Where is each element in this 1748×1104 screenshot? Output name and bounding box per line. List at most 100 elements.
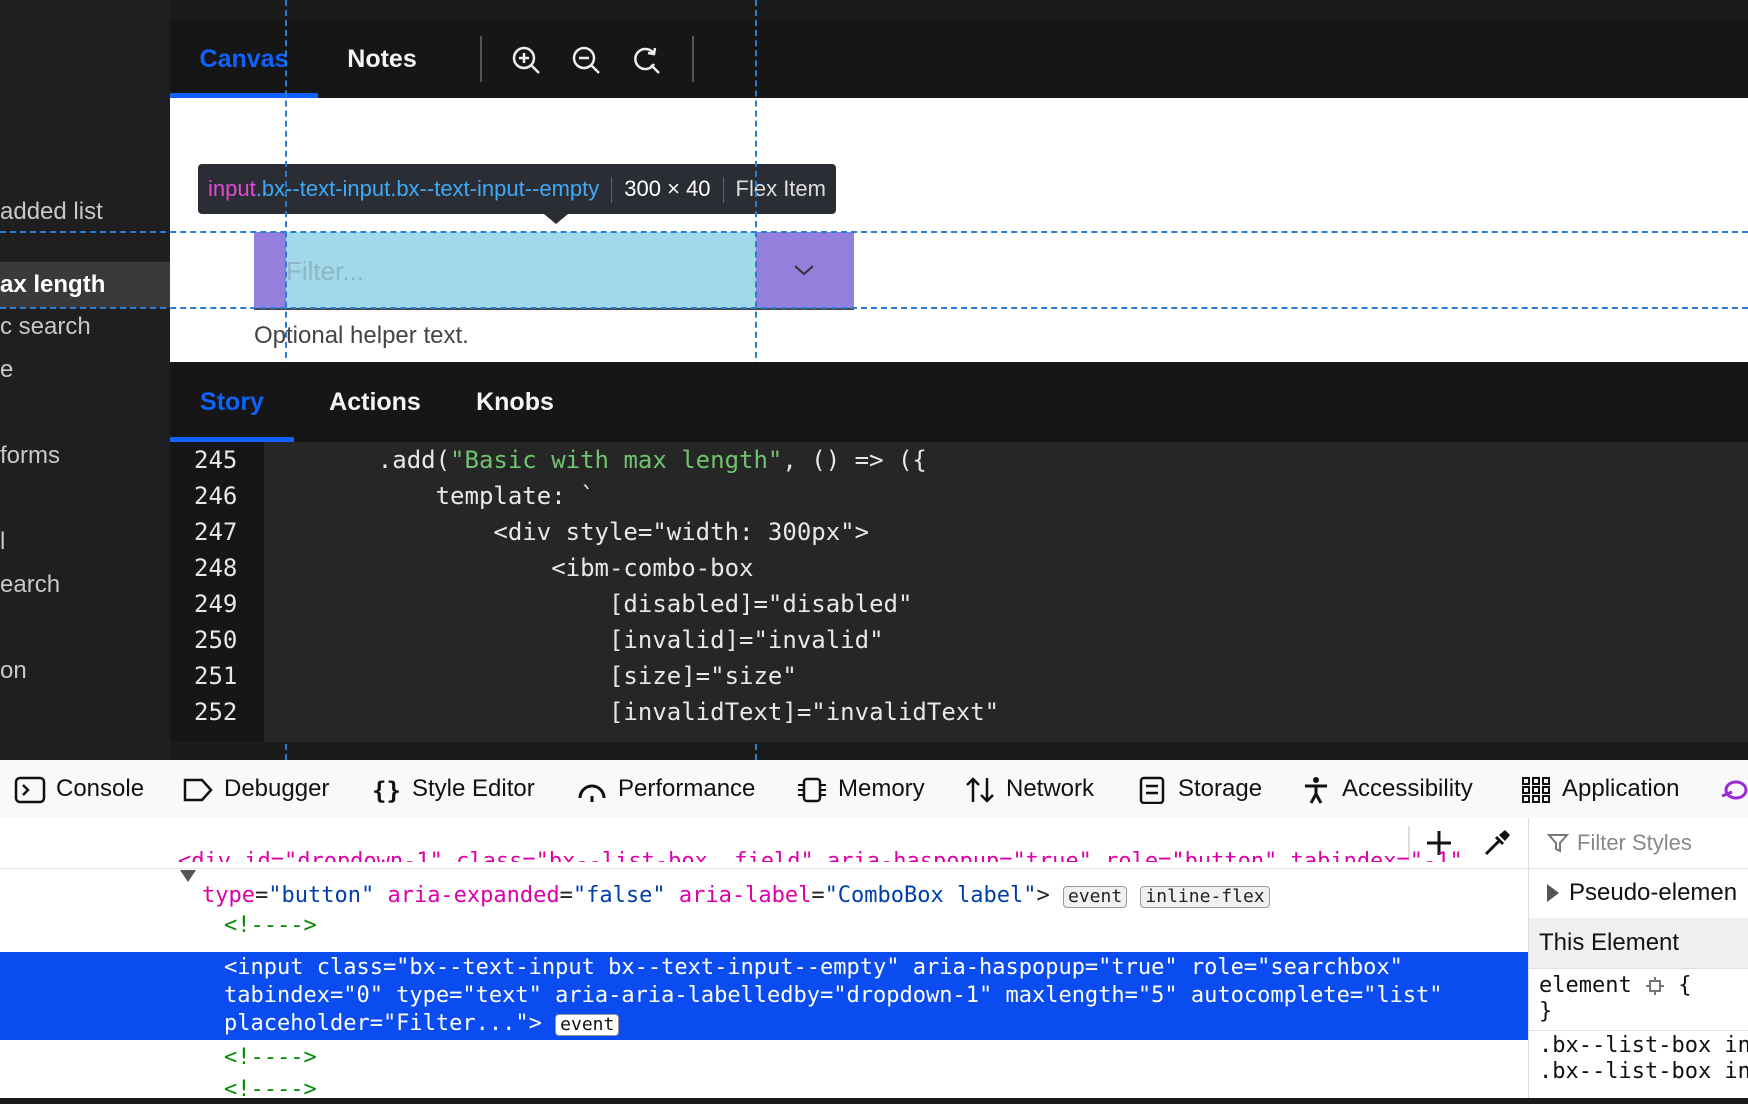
tab-label: Network xyxy=(1006,775,1095,802)
code-line: <div style="width: 300px"> xyxy=(320,518,870,546)
sidebar-item[interactable]: on xyxy=(0,657,27,685)
tooltip-tag: input xyxy=(208,176,256,201)
tab-story[interactable]: Story xyxy=(170,362,294,442)
rule-selector[interactable]: .bx--list-box in xyxy=(1539,1058,1748,1086)
selected-line: placeholder="Filter..."> event xyxy=(224,1010,620,1038)
tab-memory[interactable]: Memory xyxy=(796,760,925,818)
tab-storage[interactable]: Storage xyxy=(1136,760,1262,818)
sidebar-item[interactable]: l xyxy=(0,528,5,556)
tooltip-size: 300 × 40 xyxy=(624,176,711,201)
code-line: <ibm-combo-box xyxy=(320,554,754,582)
comment-node[interactable]: <!----> xyxy=(224,1076,317,1104)
code-line: [size]="size" xyxy=(320,662,797,690)
sidebar-item[interactable]: added list xyxy=(0,198,103,226)
network-icon xyxy=(966,776,994,803)
sidebar-item[interactable]: c search xyxy=(0,313,91,341)
selected-line: tabindex="0" type="text" aria-aria-label… xyxy=(224,983,1443,1008)
guide-line xyxy=(0,231,1748,233)
tab-console[interactable]: Console xyxy=(14,760,144,818)
selected-line: <input class="bx--text-input bx--text-in… xyxy=(224,955,1403,980)
tab-canvas[interactable]: Canvas xyxy=(170,20,318,98)
tab-debugger[interactable]: Debugger xyxy=(182,760,329,818)
tab-knobs[interactable]: Knobs xyxy=(450,362,580,442)
pseudo-elements-section[interactable]: Pseudo-elemen xyxy=(1529,868,1748,919)
markup-row[interactable]: type="button" aria-expanded="false" aria… xyxy=(202,882,1270,910)
this-element-header: This Element xyxy=(1529,918,1748,969)
toolbar-divider xyxy=(692,36,694,82)
code-text: , () => ({ xyxy=(782,446,927,474)
tab-label: Storage xyxy=(1178,775,1263,802)
story-source-code: 245 .add("Basic with max length", () => … xyxy=(170,442,1748,742)
sidebar-item[interactable]: forms xyxy=(0,442,60,470)
event-badge[interactable]: event xyxy=(555,1014,620,1036)
tab-label: Style Editor xyxy=(412,775,535,802)
tab-application[interactable]: Application xyxy=(1520,760,1679,818)
expand-triangle-icon xyxy=(1547,884,1559,902)
tooltip-classes: .bx--text-input.bx--text-input--empty xyxy=(255,176,600,201)
rule-selector[interactable]: .bx--list-box in xyxy=(1539,1032,1748,1060)
tab-label: Debugger xyxy=(224,775,330,802)
guide-line xyxy=(0,307,1748,309)
comment-node[interactable]: <!----> xyxy=(224,912,317,940)
rules-toolbar: Filter Styles xyxy=(1529,818,1748,869)
tab-accessibility[interactable]: Accessibility xyxy=(1300,760,1473,818)
line-number: 251 xyxy=(194,662,238,690)
code-line: template: ` xyxy=(320,482,595,510)
tab-style-editor[interactable]: {} Style Editor xyxy=(370,760,535,818)
sidebar-item[interactable]: earch xyxy=(0,571,60,599)
comment-node[interactable]: <!----> xyxy=(224,1044,317,1072)
debugger-icon xyxy=(183,778,213,801)
markup-text: <div id="dropdown-1" class="bx--list-box… xyxy=(178,849,1463,862)
selected-markup-node[interactable]: <input class="bx--text-input bx--text-in… xyxy=(0,952,1528,1040)
sidebar-item-active[interactable]: ax length xyxy=(0,262,170,308)
line-number: 246 xyxy=(194,482,238,510)
chevron-down-icon xyxy=(794,265,814,276)
console-icon xyxy=(14,776,46,803)
code-line: [invalidText]="invalidText" xyxy=(320,698,1000,726)
code-line: [invalid]="invalid" xyxy=(320,626,884,654)
filter-styles-input[interactable]: Filter Styles xyxy=(1577,818,1692,868)
tab-performance[interactable]: Performance xyxy=(576,760,755,818)
combo-placeholder: Filter... xyxy=(286,256,365,286)
preview-toolbar: Canvas Notes xyxy=(170,20,1748,98)
this-element-label: This Element xyxy=(1539,929,1680,956)
code-string: "Basic with max length" xyxy=(450,446,783,474)
reset-zoom-icon[interactable] xyxy=(630,44,662,76)
extension-icon[interactable] xyxy=(1720,774,1748,804)
code-text: .add( xyxy=(320,446,451,474)
line-number: 252 xyxy=(194,698,238,726)
code-line: [disabled]="disabled" xyxy=(320,590,913,618)
line-number: 245 xyxy=(194,446,238,474)
rules-pane: Filter Styles Pseudo-elemen This Element… xyxy=(1528,818,1748,1098)
svg-text:{}: {} xyxy=(372,777,401,804)
event-badge[interactable]: event xyxy=(1062,886,1128,908)
element-rule[interactable]: element { xyxy=(1539,972,1691,1000)
accessibility-icon xyxy=(1305,776,1327,804)
storage-icon xyxy=(1139,776,1165,804)
node-picker-icon xyxy=(1645,977,1664,995)
combo-padding-highlight xyxy=(254,232,286,310)
performance-icon xyxy=(578,784,606,802)
memory-icon xyxy=(798,777,826,802)
tab-notes[interactable]: Notes xyxy=(318,20,446,98)
tab-label: Performance xyxy=(618,775,756,802)
markup-row-clipped[interactable]: <div id="dropdown-1" class="bx--list-box… xyxy=(178,844,1463,862)
inline-flex-badge[interactable]: inline-flex xyxy=(1140,886,1270,908)
pseudo-elements-label: Pseudo-elemen xyxy=(1569,879,1738,906)
tooltip-type: Flex Item xyxy=(735,176,826,201)
zoom-out-icon[interactable] xyxy=(570,44,602,76)
tab-label: Application xyxy=(1562,775,1680,802)
combo-toggle-button[interactable] xyxy=(756,232,854,310)
line-number: 249 xyxy=(194,590,238,618)
expand-triangle-icon[interactable] xyxy=(180,870,196,882)
sidebar-item[interactable]: e xyxy=(0,356,13,384)
story-sidebar: added list ax length c search e forms l … xyxy=(0,0,170,760)
tab-actions[interactable]: Actions xyxy=(300,362,450,442)
inspector-highlight-tooltip: input.bx--text-input.bx--text-input--emp… xyxy=(198,164,836,224)
zoom-in-icon[interactable] xyxy=(510,44,542,76)
eyedropper-icon[interactable] xyxy=(1482,828,1512,858)
rule-close-brace: } xyxy=(1539,999,1553,1024)
code-line: .add("Basic with max length", () => ({ xyxy=(320,442,927,478)
tab-network[interactable]: Network xyxy=(964,760,1094,818)
tab-label: Memory xyxy=(838,775,925,802)
